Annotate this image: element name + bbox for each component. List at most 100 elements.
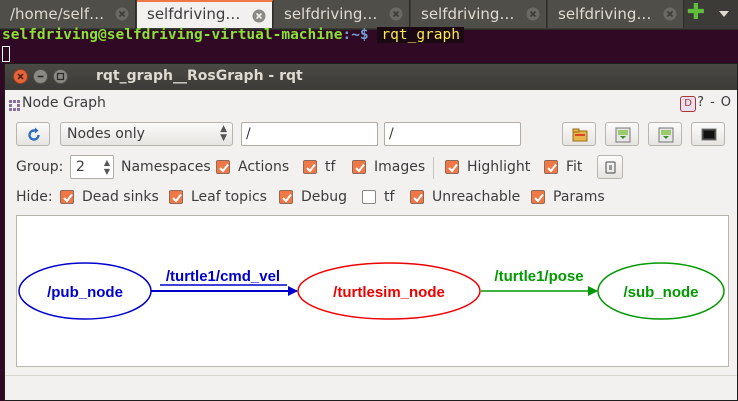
debug-label: Debug <box>301 189 348 205</box>
plugin-title: Node Graph <box>22 95 106 111</box>
terminal-prompt-line: selfdriving@selfdriving-virtual-machine:… <box>2 27 464 47</box>
params-checkbox[interactable] <box>531 190 545 204</box>
tab-menu-icon[interactable] <box>716 6 732 22</box>
highlight-label: Highlight <box>467 159 531 175</box>
images-label: Images <box>374 159 426 175</box>
load-dot-button[interactable] <box>562 122 596 146</box>
params-label: Params <box>553 189 605 205</box>
fit-checkbox[interactable] <box>544 160 558 174</box>
edge-cmd-vel-label: /turtle1/cmd_vel <box>166 268 280 285</box>
terminal-tab-bar: /home/self… selfdriving… selfdriving… se… <box>0 0 738 30</box>
dock-minimize-button[interactable]: - <box>710 95 715 110</box>
node-turtlesim-node-label: /turtlesim_node <box>333 284 445 301</box>
close-icon[interactable] <box>115 7 129 21</box>
close-icon[interactable] <box>252 9 266 23</box>
save-image-button[interactable] <box>691 122 725 146</box>
tab-label: selfdriving… <box>284 5 378 23</box>
window-title: rqt_graph__RosGraph - rqt <box>96 68 303 84</box>
graph-toolbar: Nodes only ▲ ▼ <box>5 122 737 148</box>
node-filter-field[interactable] <box>241 122 378 146</box>
node-sub-node-label: /sub_node <box>623 284 698 301</box>
dock-badge-button[interactable]: D <box>680 96 697 112</box>
checkmark-icon <box>219 163 229 173</box>
tab-label: /home/self… <box>10 5 105 23</box>
leaf-topics-checkbox[interactable] <box>169 190 183 204</box>
graph-mode-value: Nodes only <box>67 126 145 142</box>
topic-filter-field[interactable] <box>384 122 521 146</box>
leaf-topics-label: Leaf topics <box>191 189 267 205</box>
tab-label: selfdriving… <box>147 5 241 23</box>
refresh-button[interactable] <box>16 122 50 146</box>
prompt-user: selfdriving@selfdriving-virtual-machine <box>2 27 343 43</box>
actions-checkbox[interactable] <box>216 160 230 174</box>
tf-group-checkbox[interactable] <box>303 160 317 174</box>
dead-sinks-label: Dead sinks <box>82 189 159 205</box>
graph-view: /pub_node /turtlesim_node /sub_node /tur… <box>18 262 725 320</box>
dock-handle-icon[interactable] <box>9 97 21 116</box>
terminal-command: rqt_graph <box>377 27 464 43</box>
save-dot-button[interactable] <box>605 122 639 146</box>
fit-in-view-button[interactable] <box>597 155 623 179</box>
terminal-tab-3[interactable]: selfdriving… <box>274 0 410 28</box>
group-spinbox[interactable]: 2 ▲ ▼ <box>70 155 114 179</box>
save-svg-button[interactable] <box>648 122 682 146</box>
toolbar-separator <box>433 157 434 179</box>
add-tab-icon[interactable]: ✚ <box>686 2 706 24</box>
unreachable-label: Unreachable <box>432 189 521 205</box>
terminal-tab-5[interactable]: selfdriving… <box>548 0 684 28</box>
terminal-tab-1[interactable]: /home/self… <box>0 0 136 28</box>
checkmark-icon <box>448 163 458 173</box>
window-titlebar: rqt_graph__RosGraph - rqt <box>5 64 737 90</box>
topic-filter-input[interactable] <box>385 123 520 145</box>
folder-open-icon <box>572 128 588 142</box>
graph-mode-select[interactable]: Nodes only ▲ ▼ <box>60 122 233 146</box>
terminal-cursor <box>2 46 10 62</box>
dead-sinks-checkbox[interactable] <box>60 190 74 204</box>
rqt-window: rqt_graph__RosGraph - rqt Node Graph D? -… <box>4 63 738 401</box>
graph-canvas[interactable]: /pub_node /turtlesim_node /sub_node /tur… <box>16 215 729 367</box>
tf-hide-checkbox[interactable] <box>362 190 376 204</box>
unreachable-checkbox[interactable] <box>410 190 424 204</box>
checkmark-icon <box>63 193 73 203</box>
close-icon[interactable] <box>526 7 540 21</box>
hide-label: Hide: <box>16 189 53 205</box>
debug-checkbox[interactable] <box>279 190 293 204</box>
tf-hide-label: tf <box>384 189 395 205</box>
spin-arrows-icon[interactable]: ▲ ▼ <box>104 158 110 176</box>
checkmark-icon <box>306 163 316 173</box>
group-value: 2 <box>76 159 85 175</box>
highlight-checkbox[interactable] <box>445 160 459 174</box>
screen-icon <box>701 128 717 141</box>
checkmark-icon <box>355 163 365 173</box>
terminal-tab-4[interactable]: selfdriving… <box>411 0 547 28</box>
window-maximize-button[interactable] <box>53 69 68 84</box>
plugin-dock-title: Node Graph D? - O <box>5 91 737 115</box>
checkmark-icon <box>172 193 182 203</box>
group-options-row: Group: 2 ▲ ▼ Namespaces Actions tf Images… <box>5 155 737 181</box>
node-pub-node-label: /pub_node <box>47 284 123 301</box>
dock-help-button[interactable]: ? <box>697 95 704 110</box>
checkmark-icon <box>547 163 557 173</box>
edge-pose-label: /turtle1/pose <box>494 268 583 285</box>
namespaces-label: Namespaces <box>121 159 211 175</box>
images-checkbox[interactable] <box>352 160 366 174</box>
status-bar <box>5 375 737 401</box>
window-minimize-button[interactable] <box>33 69 48 84</box>
terminal-tab-2[interactable]: selfdriving… <box>137 0 273 28</box>
node-filter-input[interactable] <box>242 123 377 145</box>
close-icon[interactable] <box>663 7 677 21</box>
dock-close-button[interactable]: O <box>721 95 731 110</box>
checkmark-icon <box>413 193 423 203</box>
tf-group-label: tf <box>325 159 336 175</box>
refresh-icon <box>28 127 40 141</box>
tab-label: selfdriving… <box>421 5 515 23</box>
close-icon[interactable] <box>389 7 403 21</box>
tab-label: selfdriving… <box>558 5 652 23</box>
group-label: Group: <box>16 159 64 175</box>
window-close-button[interactable] <box>13 69 28 84</box>
updown-arrows-icon: ▲ ▼ <box>220 124 227 143</box>
fit-label: Fit <box>566 159 583 175</box>
actions-label: Actions <box>238 159 290 175</box>
save-dot-icon <box>615 127 631 143</box>
prompt-path: :~$ <box>342 27 369 43</box>
